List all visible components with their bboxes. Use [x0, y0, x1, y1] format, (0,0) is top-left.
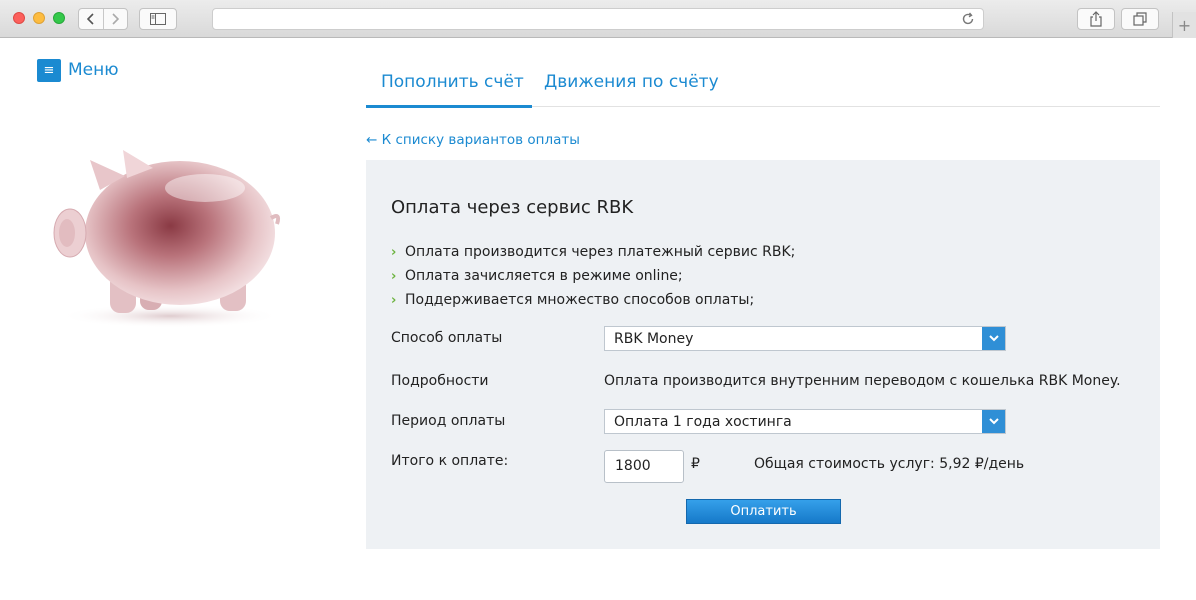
reload-icon[interactable] [961, 12, 975, 26]
share-button[interactable] [1077, 8, 1115, 30]
back-button[interactable] [79, 9, 103, 29]
menu-icon[interactable]: ≡ [37, 59, 61, 82]
list-item-text: Поддерживается множество способов оплаты… [405, 292, 755, 308]
tab-top-up[interactable]: Пополнить счёт [381, 72, 524, 92]
menu-link[interactable]: Меню [68, 60, 119, 80]
sidebar-icon [150, 13, 166, 25]
close-window-button[interactable] [13, 12, 25, 24]
list-item: › Оплата зачисляется в режиме online; [391, 264, 795, 288]
amount-input[interactable]: 1800 [604, 450, 684, 483]
sidebar-toggle-button[interactable] [139, 8, 177, 30]
tab-bar: Пополнить счёт Движения по счёту [366, 62, 1160, 108]
active-tab-indicator [366, 105, 532, 108]
payment-period-select[interactable]: Оплата 1 года хостинга [604, 409, 1006, 434]
share-icon [1090, 11, 1102, 27]
browser-toolbar: + [0, 0, 1196, 38]
chevron-right-icon [112, 13, 120, 25]
panel-title: Оплата через сервис RBK [391, 197, 634, 218]
total-label: Итого к оплате: [391, 453, 509, 469]
forward-button[interactable] [102, 9, 128, 29]
tab-account-movements[interactable]: Движения по счёту [544, 72, 719, 92]
new-tab-button[interactable]: + [1172, 12, 1196, 38]
address-bar[interactable] [212, 8, 984, 30]
chevron-left-icon [86, 13, 94, 25]
tabs-overview-button[interactable] [1121, 8, 1159, 30]
list-item-text: Оплата зачисляется в режиме online; [405, 268, 683, 284]
payment-period-label: Период оплаты [391, 413, 506, 429]
payment-method-value: RBK Money [614, 331, 694, 347]
chevron-right-icon: › [391, 268, 397, 284]
feature-list: › Оплата производится через платежный сер… [391, 240, 795, 312]
chevron-down-icon[interactable] [982, 327, 1005, 350]
piggy-bank-icon [53, 150, 281, 328]
zoom-window-button[interactable] [53, 12, 65, 24]
details-value: Оплата производится внутренним переводом… [604, 373, 1121, 389]
history-nav [78, 8, 128, 30]
tabs-icon [1133, 12, 1147, 26]
payment-panel: Оплата через сервис RBK › Оплата производ… [366, 160, 1160, 549]
currency-symbol: ₽ [691, 456, 700, 472]
total-cost-note: Общая стоимость услуг: 5,92 ₽/день [754, 456, 1025, 472]
payment-period-value: Оплата 1 года хостинга [614, 414, 792, 430]
minimize-window-button[interactable] [33, 12, 45, 24]
list-item: › Оплата производится через платежный сер… [391, 240, 795, 264]
chevron-right-icon: › [391, 292, 397, 308]
back-to-payment-options-link[interactable]: ← К списку вариантов оплаты [366, 132, 580, 148]
list-item: › Поддерживается множество способов оплат… [391, 288, 795, 312]
payment-method-select[interactable]: RBK Money [604, 326, 1006, 351]
details-label: Подробности [391, 373, 489, 389]
pay-button[interactable]: Оплатить [686, 499, 841, 524]
chevron-down-icon[interactable] [982, 410, 1005, 433]
payment-method-label: Способ оплаты [391, 330, 503, 346]
list-item-text: Оплата производится через платежный серв… [405, 244, 796, 260]
chevron-right-icon: › [391, 244, 397, 260]
